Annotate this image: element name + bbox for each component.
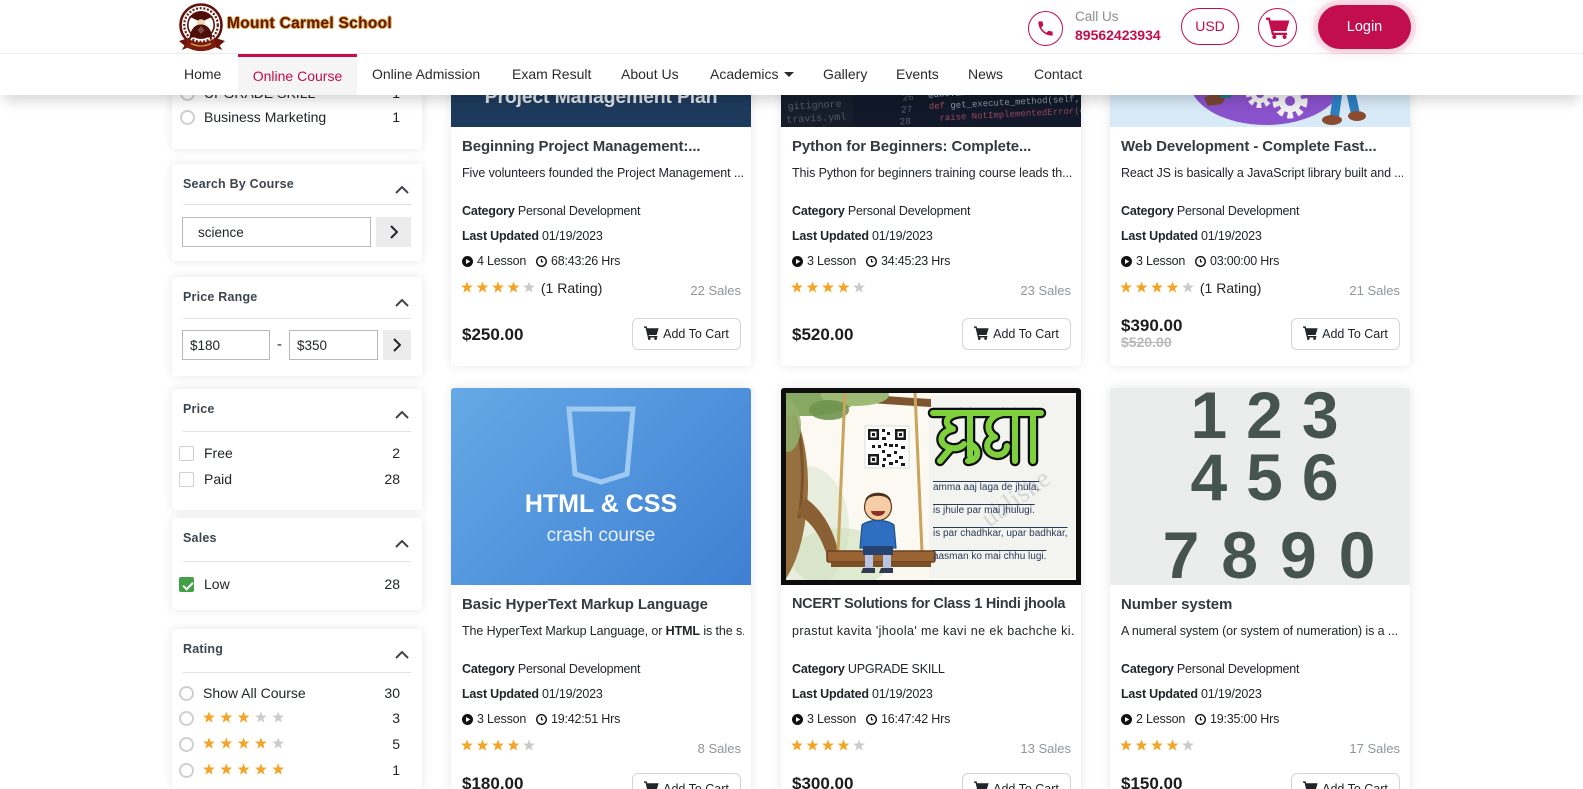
svg-text:is jhule par mai jhulugi.: is jhule par mai jhulugi. [933,505,1035,516]
svg-text:28: 28 [899,116,911,127]
svg-text:is par chadhkar, upar badhkar,: is par chadhkar, upar badhkar, [933,528,1068,539]
svg-text:aasman ko mai chhu lugi.: aasman ko mai chhu lugi. [933,551,1046,562]
svg-text:HTML & CSS: HTML & CSS [525,490,677,518]
svg-text:crash course: crash course [547,525,656,546]
svg-text:27: 27 [901,104,913,116]
svg-text:amma aaj laga de jhula,: amma aaj laga de jhula, [933,482,1039,493]
